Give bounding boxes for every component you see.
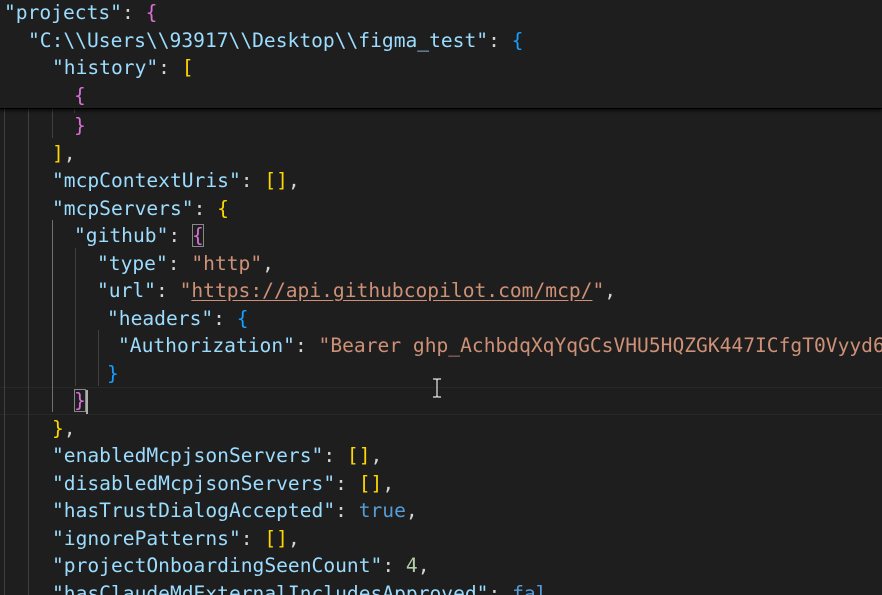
- json-key: "projects": [4, 1, 122, 24]
- json-key: "hasClaudeMdExternalIncludesApproved": [52, 581, 489, 595]
- json-key: "ignorePatterns": [52, 526, 241, 550]
- code-line[interactable]: ],: [52, 140, 76, 168]
- code-line[interactable]: },: [52, 415, 76, 443]
- json-key: "hasTrustDialogAccepted": [52, 499, 336, 522]
- code-line[interactable]: "type": "http",: [97, 250, 274, 278]
- code-line[interactable]: }: [74, 112, 86, 140]
- code-line[interactable]: "enabledMcpjsonServers": [],: [52, 442, 382, 470]
- json-string: "http": [191, 251, 263, 275]
- url-link[interactable]: https://api.githubcopilot.com/mcp/: [191, 279, 592, 302]
- json-key: "github": [74, 224, 169, 247]
- code-line[interactable]: "disabledMcpjsonServers": [],: [52, 470, 394, 498]
- matched-bracket: {: [191, 224, 204, 247]
- code-line[interactable]: "headers": {: [107, 305, 249, 333]
- sticky-line-project-path[interactable]: "C:\\Users\\93917\\Desktop\\figma_test":…: [28, 27, 523, 55]
- json-key: "projectOnboardingSeenCount": [52, 554, 383, 577]
- code-line-current[interactable]: }: [74, 387, 88, 415]
- text-cursor-ibeam-icon: [433, 378, 441, 398]
- code-line[interactable]: "hasTrustDialogAccepted": true,: [52, 497, 418, 525]
- json-key: "headers": [107, 306, 214, 330]
- json-key: "type": [97, 251, 168, 275]
- code-line[interactable]: "ignorePatterns": [],: [52, 525, 300, 553]
- code-line[interactable]: "mcpServers": {: [52, 195, 229, 223]
- json-key: "enabledMcpjsonServers": [52, 444, 324, 467]
- json-string: "Bearer ghp_AchbdqXqYqGCsVHU5HQZGK447ICf…: [318, 334, 882, 357]
- code-line-partial[interactable]: "hasClaudeMdExternalIncludesApproved": f…: [52, 580, 547, 595]
- sticky-line-projects[interactable]: "projects": {: [4, 0, 157, 27]
- sticky-line-history[interactable]: "history": [: [52, 54, 194, 82]
- code-line[interactable]: "mcpContextUris": [],: [52, 167, 300, 195]
- json-number: 4: [405, 554, 418, 577]
- json-key: "Authorization": [118, 334, 295, 357]
- code-line[interactable]: "projectOnboardingSeenCount": 4,: [52, 552, 430, 580]
- json-key: "history": [52, 56, 159, 79]
- code-line[interactable]: }: [107, 360, 119, 388]
- sticky-line-brace: {: [74, 83, 86, 107]
- code-editor[interactable]: "projects": { "C:\\Users\\93917\\Desktop…: [0, 0, 882, 595]
- json-key: "C:\\Users\\93917\\Desktop\\figma_test": [28, 28, 489, 52]
- json-key: "mcpContextUris": [52, 169, 241, 192]
- code-line[interactable]: "url": "https://api.githubcopilot.com/mc…: [97, 277, 616, 305]
- code-line[interactable]: "Authorization": "Bearer ghp_AchbdqXqYqG…: [118, 332, 882, 360]
- json-key: "disabledMcpjsonServers": [52, 471, 336, 495]
- sticky-scroll-header[interactable]: "projects": { "C:\\Users\\93917\\Desktop…: [0, 0, 882, 109]
- code-line[interactable]: "github": {: [74, 222, 204, 250]
- json-key: "url": [97, 279, 156, 302]
- text-caret: [85, 389, 88, 414]
- json-boolean: true: [358, 499, 406, 522]
- json-key: "mcpServers": [52, 196, 194, 220]
- matched-bracket: }: [74, 389, 86, 412]
